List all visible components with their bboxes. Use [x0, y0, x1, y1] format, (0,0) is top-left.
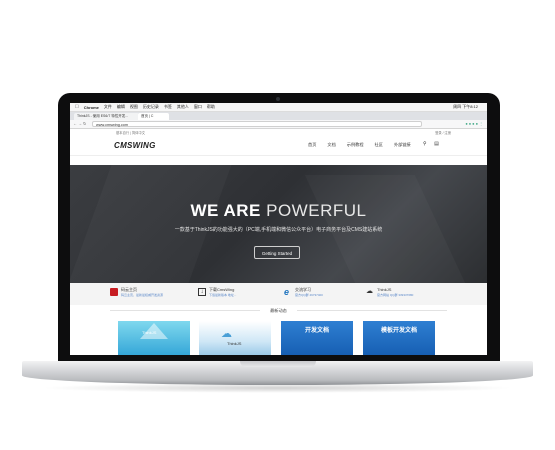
card-label: ThinkJS [227, 341, 242, 346]
nav-item-tutorials[interactable]: 示例教程 [347, 142, 364, 148]
hero-subtitle: 一款基于ThinkJS的功能强大的（PC端,手机端和微信公众平台）电子商务平台及… [174, 227, 383, 233]
getting-started-button[interactable]: Getting Started [254, 246, 300, 259]
mac-menubar:  Chrome 文件 编辑 视图 历史记录 书签 其他人 窗口 帮助 周四 下… [70, 103, 487, 112]
camera-icon [276, 97, 280, 101]
laptop-notch [240, 361, 316, 367]
cloud-icon: ☁ [221, 328, 232, 340]
nav-icons: ⚲ ▤ [423, 141, 439, 147]
menu-item-bookmarks[interactable]: 书签 [164, 104, 172, 110]
hero-headline-light: POWERFUL [266, 201, 367, 220]
news-card-docs[interactable]: 开发文档 [281, 321, 353, 355]
browser-tab-thinkjs[interactable]: ThinkJS - 使用 ES6/7 特性开发... [74, 113, 139, 120]
feature-subtitle: 下载最新版本 地址... [209, 293, 237, 297]
menu-item-help[interactable]: 帮助 [207, 104, 215, 110]
hero-headline-bold: WE ARE [190, 201, 261, 220]
apple-icon[interactable]:  [75, 104, 79, 110]
feature-download[interactable]: ↓ 下载CmsWing 下载最新版本 地址... [198, 287, 278, 303]
hero-texture [70, 165, 231, 283]
card-caption: 模板开发文档 [380, 328, 417, 334]
site-logo[interactable]: CMSWING [114, 141, 156, 150]
card-caption: 开发文档 [304, 328, 329, 334]
news-card[interactable]: ☁ ThinkJS [199, 321, 271, 355]
feature-gitee[interactable]: 码云主页 码云主页，最新最权威开发资源 [110, 287, 190, 303]
nav-item-home[interactable]: 首页 [308, 142, 316, 148]
cart-icon[interactable]: ▤ [434, 141, 439, 147]
feature-subtitle: 码云主页，最新最权威开发资源 [121, 293, 164, 297]
browser-tabstrip: ThinkJS - 使用 ES6/7 特性开发... 首页 | C [70, 112, 487, 120]
hero-headline: WE ARE POWERFUL [70, 201, 487, 221]
browser-toolbar: ←→↻ www.cmswing.com ●●●●⋮ [70, 120, 487, 129]
feature-title: ThinkJS [377, 287, 392, 292]
feature-thinkjs[interactable]: ☁ ThinkJS 官方网站 QQ群 339337680 [366, 287, 446, 303]
nav-item-links[interactable]: 外部链接 [394, 142, 411, 148]
menubar-app[interactable]: Chrome [84, 105, 99, 110]
search-icon[interactable]: ⚲ [423, 141, 427, 147]
thinkjs-icon: ☁ [366, 288, 373, 295]
chat-icon: e [284, 287, 290, 297]
hero-banner: WE ARE POWERFUL 一款基于ThinkJS的功能强大的（PC端,手机… [70, 165, 487, 283]
card-label: ThinkJS [142, 330, 157, 335]
site-navbar: CMSWING 首页 文档 示例教程 社区 外部链接 ⚲ ▤ [70, 135, 487, 156]
menu-item-view[interactable]: 视图 [130, 104, 138, 110]
feature-strip: 码云主页 码云主页，最新最权威开发资源 ↓ 下载CmsWing 下载最新版本 地… [70, 283, 487, 305]
laptop-screen:  Chrome 文件 编辑 视图 历史记录 书签 其他人 窗口 帮助 周四 下… [70, 103, 487, 355]
menu-item-edit[interactable]: 编辑 [117, 104, 125, 110]
feature-chat[interactable]: e 交流学习 官方QQ群 49737400 [284, 287, 364, 303]
news-card-template-docs[interactable]: 模板开发文档 [363, 321, 435, 355]
menu-item-history[interactable]: 历史记录 [143, 104, 159, 110]
menubar-clock[interactable]: 周四 下午8:12 [453, 104, 478, 110]
section-title: 最新动态 [270, 308, 287, 313]
browser-nav-icons[interactable]: ←→↻ [73, 121, 87, 126]
extension-icons[interactable]: ●●●●⋮ [465, 121, 484, 126]
nav-item-docs[interactable]: 文档 [327, 142, 335, 148]
feature-subtitle: 官方QQ群 49737400 [295, 293, 323, 297]
section-rule-right [297, 310, 447, 311]
address-bar[interactable]: www.cmswing.com [92, 121, 422, 127]
menu-item-people[interactable]: 其他人 [177, 104, 189, 110]
site-nav-menu: 首页 文档 示例教程 社区 外部链接 [308, 142, 422, 148]
nav-item-community[interactable]: 社区 [375, 142, 383, 148]
menu-item-window[interactable]: 窗口 [194, 104, 202, 110]
menu-item-file[interactable]: 文件 [104, 104, 112, 110]
browser-tab-home[interactable]: 首页 | C [138, 113, 169, 120]
download-icon: ↓ [198, 288, 206, 296]
news-card[interactable]: ThinkJS [118, 321, 190, 355]
gitee-icon [110, 288, 118, 296]
feature-subtitle: 官方网站 QQ群 339337680 [377, 293, 414, 297]
